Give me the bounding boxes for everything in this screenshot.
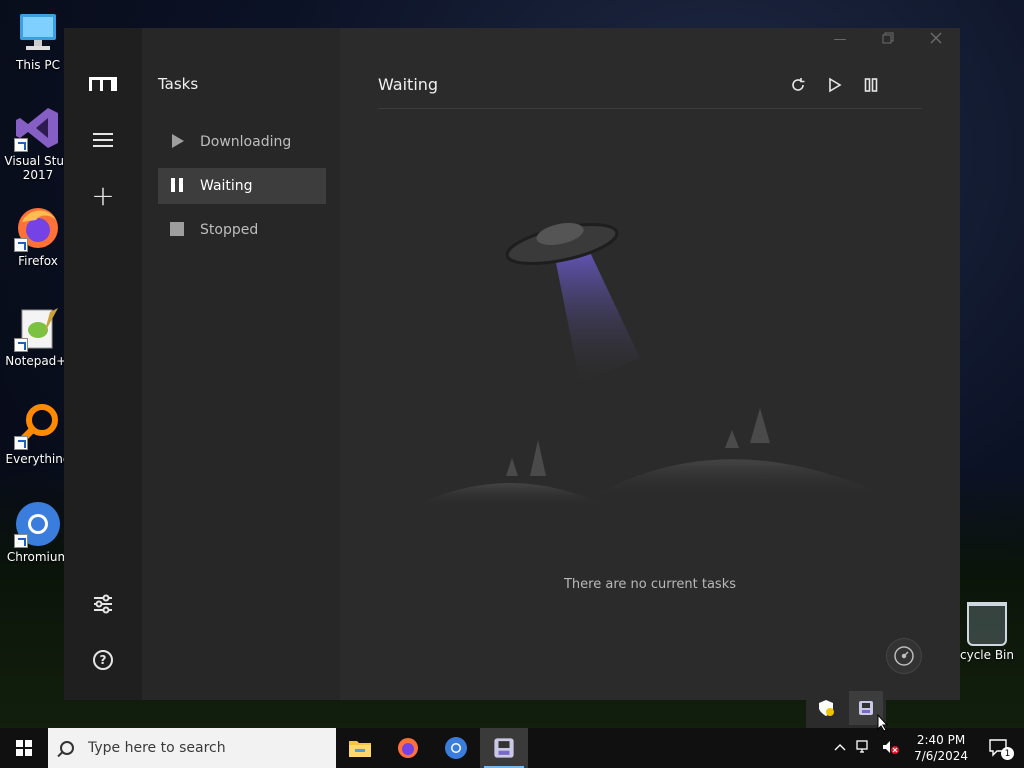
add-task-button[interactable]: + [83, 176, 123, 216]
shortcut-arrow-icon [14, 238, 28, 252]
sidebar-item-label: Downloading [200, 134, 292, 150]
search-placeholder: Type here to search [88, 740, 226, 756]
everything-search-icon [14, 402, 62, 450]
preferences-button[interactable] [83, 584, 123, 624]
tray-volume[interactable] [882, 740, 900, 757]
action-center-button[interactable]: 1 [984, 736, 1014, 760]
close-button[interactable] [922, 32, 950, 52]
maximize-button[interactable] [874, 32, 902, 52]
empty-state-message: There are no current tasks [563, 577, 736, 592]
maximize-icon [882, 32, 894, 44]
sidebar-item-waiting[interactable]: Waiting [158, 168, 326, 204]
motrix-tray-icon [859, 701, 873, 715]
main-panel: — Waiting There are no current tasks [340, 28, 960, 700]
tasks-sidebar: Tasks Downloading Waiting Stopped [142, 28, 340, 700]
mouse-cursor [877, 714, 889, 732]
recycle-bin-icon [967, 602, 1007, 646]
header-divider [378, 108, 922, 109]
refresh-icon [792, 78, 805, 91]
sidebar-title: Tasks [158, 75, 199, 93]
sidebar-item-label: Stopped [200, 222, 259, 238]
help-icon: ? [93, 650, 113, 670]
tray-icon-security[interactable] [809, 691, 843, 725]
desktop-icon-recycle-bin[interactable]: cycle Bin [950, 602, 1024, 662]
system-tray [834, 728, 900, 768]
notification-badge: 1 [1001, 747, 1014, 760]
pause-all-button[interactable] [859, 73, 883, 97]
speed-limit-button[interactable] [886, 638, 922, 674]
folder-icon [349, 741, 371, 757]
visual-studio-icon [14, 104, 62, 152]
pause-icon [170, 178, 186, 194]
tray-overflow-flyout [806, 688, 886, 728]
firefox-icon [398, 738, 418, 758]
chromium-icon [445, 737, 467, 759]
shortcut-arrow-icon [14, 338, 28, 352]
windows-logo-icon [16, 740, 32, 756]
taskbar-file-explorer[interactable] [336, 728, 384, 768]
clock-date: 7/6/2024 [914, 749, 968, 763]
play-icon [829, 77, 842, 93]
minimize-button[interactable]: — [826, 32, 854, 52]
monitor-icon [14, 8, 62, 56]
empty-state-illustration [410, 222, 880, 508]
pause-icon [864, 78, 878, 92]
motrix-logo-icon [89, 77, 117, 91]
page-title: Waiting [378, 75, 439, 94]
menu-button[interactable] [83, 120, 123, 160]
motrix-app-icon [494, 738, 514, 758]
taskbar: Type here to search 2:40 PM 7/6/2024 1 [0, 728, 1024, 768]
taskbar-clock[interactable]: 2:40 PM 7/6/2024 [914, 732, 968, 764]
resume-all-button[interactable] [823, 73, 847, 97]
play-icon [170, 134, 186, 150]
close-icon [930, 32, 942, 44]
start-button[interactable] [0, 728, 48, 768]
chevron-up-icon [834, 744, 846, 751]
tray-network[interactable] [856, 739, 872, 757]
shortcut-arrow-icon [14, 138, 28, 152]
refresh-button[interactable] [786, 73, 810, 97]
help-button[interactable]: ? [83, 640, 123, 680]
firefox-icon [14, 204, 62, 252]
sidebar-item-stopped[interactable]: Stopped [158, 212, 326, 248]
hamburger-icon [93, 133, 113, 147]
chromium-icon [14, 500, 62, 548]
shortcut-arrow-icon [14, 436, 28, 450]
taskbar-motrix[interactable] [480, 728, 528, 768]
taskbar-firefox[interactable] [384, 728, 432, 768]
nav-rail: + ? [64, 28, 142, 700]
plus-icon: + [91, 179, 115, 212]
stop-icon [170, 222, 186, 238]
volume-muted-icon [883, 740, 899, 754]
app-logo [83, 64, 123, 104]
sidebar-item-downloading[interactable]: Downloading [158, 124, 326, 160]
taskbar-search-box[interactable]: Type here to search [48, 728, 336, 768]
sliders-icon [94, 594, 112, 614]
shield-warning-icon [819, 700, 834, 716]
network-icon [856, 739, 868, 753]
search-icon [60, 741, 74, 755]
speedometer-icon [894, 646, 914, 666]
tray-overflow-chevron[interactable] [834, 741, 846, 755]
sidebar-item-label: Waiting [200, 178, 253, 194]
shortcut-arrow-icon [14, 534, 28, 548]
taskbar-chromium[interactable] [432, 728, 480, 768]
clock-time: 2:40 PM [916, 733, 966, 747]
notepadpp-icon [14, 304, 62, 352]
app-window: + ? Tasks Downloading Waiting Stopped — [64, 28, 960, 700]
